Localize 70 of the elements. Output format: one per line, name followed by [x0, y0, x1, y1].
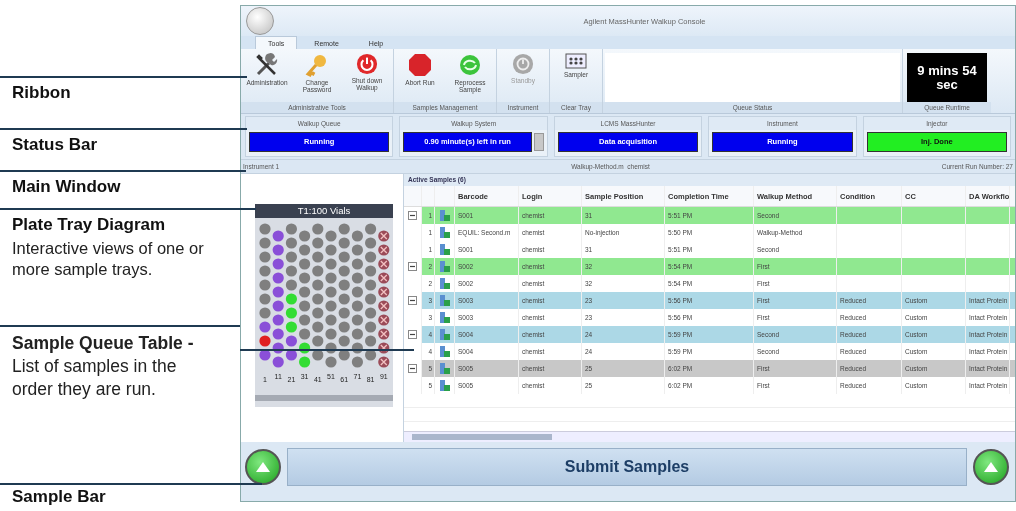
vial[interactable] [272, 286, 284, 298]
vial[interactable] [259, 321, 271, 333]
callout-title: Ribbon [12, 83, 72, 103]
crossed-vial[interactable] [378, 356, 390, 368]
vial[interactable] [285, 335, 297, 347]
vial-icon [438, 379, 450, 392]
vial[interactable] [285, 349, 297, 361]
vial[interactable] [272, 244, 284, 256]
vial[interactable] [325, 342, 337, 354]
crossed-vial[interactable] [378, 328, 390, 340]
grid-icon [565, 53, 587, 69]
crossed-vial[interactable] [378, 258, 390, 270]
collapse-icon[interactable] [408, 296, 417, 305]
queue-runtime: 9 mins 54 sec [907, 53, 987, 102]
vial[interactable] [312, 349, 324, 361]
refresh-icon [458, 53, 482, 77]
vial[interactable] [272, 356, 284, 368]
vial[interactable] [272, 258, 284, 270]
callout-title: Main Window [12, 177, 122, 197]
vial-icon [438, 345, 450, 358]
crossed-vial[interactable] [378, 314, 390, 326]
vial-icon [438, 277, 450, 290]
callout-title: Sample Bar [12, 487, 107, 507]
arrow-up-icon [255, 460, 271, 473]
vial[interactable] [272, 314, 284, 326]
tray-title: T1:100 Vials [255, 204, 393, 218]
vial[interactable] [351, 342, 363, 354]
vial[interactable] [272, 328, 284, 340]
vial[interactable] [299, 342, 311, 354]
vial[interactable] [272, 272, 284, 284]
callout-description: Interactive views of one or more sample trays. [12, 238, 205, 280]
vial[interactable] [272, 300, 284, 312]
vial-icon [438, 243, 450, 256]
vial[interactable] [365, 349, 377, 361]
crossed-vial[interactable] [378, 272, 390, 284]
app-menu-orb[interactable] [246, 7, 274, 35]
arrow-up-button[interactable] [973, 448, 1009, 485]
vial-icon [438, 311, 450, 324]
stop-sign-icon [408, 53, 432, 77]
vial[interactable] [272, 230, 284, 242]
submit-samples-button[interactable]: Submit Samples [287, 447, 967, 486]
vial[interactable] [272, 342, 284, 354]
crossed-vial[interactable] [378, 230, 390, 242]
collapse-icon[interactable] [408, 262, 417, 271]
arrow-up-button[interactable] [245, 448, 281, 485]
vial-icon [438, 362, 450, 375]
standby-icon [512, 53, 534, 75]
callout-text: Sample Queue Table - List of samples in the order they are run. [12, 332, 195, 401]
crossed-vial[interactable] [378, 342, 390, 354]
crossed-vial[interactable] [378, 286, 390, 298]
collapse-icon[interactable] [408, 211, 417, 220]
crossed-vial[interactable] [378, 244, 390, 256]
collapse-icon[interactable] [408, 364, 417, 373]
crossed-vial[interactable] [378, 300, 390, 312]
callout-title: Status Bar [12, 135, 99, 155]
progress-box [533, 132, 544, 151]
vial-icon [438, 226, 450, 239]
key-icon [305, 53, 329, 77]
vial[interactable] [338, 349, 350, 361]
power-icon [356, 53, 378, 75]
vial-icon [438, 294, 450, 307]
vial-icon [438, 209, 450, 222]
vial[interactable] [259, 349, 271, 361]
vial-icon [438, 328, 450, 341]
scrollbar-thumb[interactable] [412, 434, 552, 440]
tools-icon [255, 53, 279, 77]
collapse-icon[interactable] [408, 330, 417, 339]
vial-icon [438, 260, 450, 273]
callout-title: Plate Tray Diagram [12, 215, 167, 235]
arrow-up-icon [983, 460, 999, 473]
